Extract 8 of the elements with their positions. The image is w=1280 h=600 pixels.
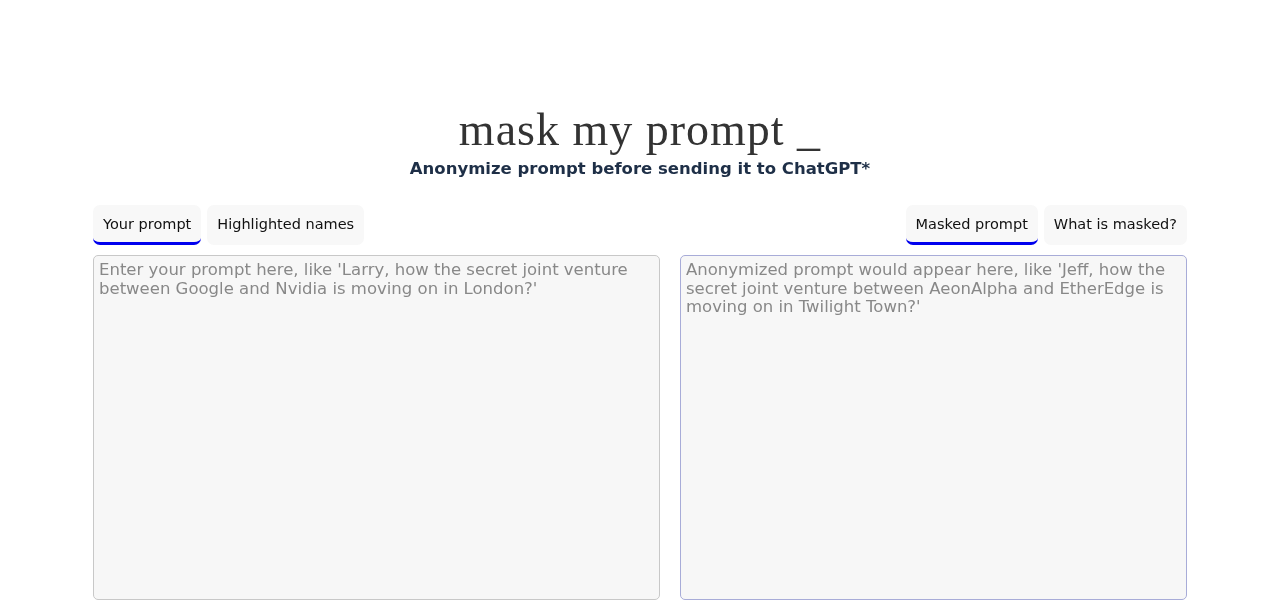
prompt-field[interactable]: Anonymized prompt would appear here, like 'Jeff, how the secret joint venture between AeonAlpha and EtherEdge is moving on in Twilight Town?' — [680, 255, 1187, 600]
prompt-field[interactable]: Enter your prompt here, like 'Larry, how the secret joint venture between Google and Nvidia is moving on in London?' — [93, 255, 660, 600]
site-title: mask my prompt _ — [458, 103, 822, 157]
subtitle: Anonymize prompt before sending it to ChatGPT* — [409, 159, 871, 179]
tab[interactable]: What is masked? — [1043, 205, 1187, 245]
tab[interactable]: Masked prompt — [905, 205, 1038, 245]
tab[interactable]: Highlighted names — [207, 205, 365, 245]
tab[interactable]: Your prompt — [93, 205, 202, 245]
